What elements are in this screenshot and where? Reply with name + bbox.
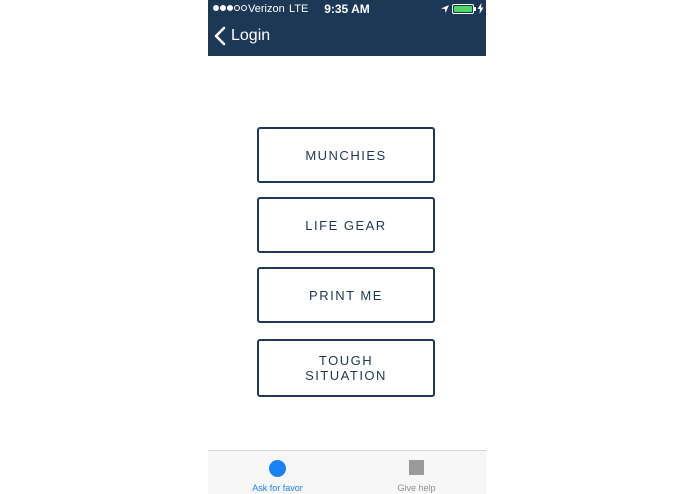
navigation-bar: Verizon LTE 9:35 AM Login [208,0,486,56]
location-arrow-icon [441,5,449,13]
battery-tip [474,7,476,11]
back-label: Login [231,27,271,44]
square-icon [409,460,424,475]
tab-give-help[interactable]: Give help [347,451,486,494]
status-bar: Verizon LTE 9:35 AM [208,0,486,18]
life-gear-button[interactable]: LIFE GEAR [257,197,435,253]
tab-ask-for-favor[interactable]: Ask for favor [208,451,347,494]
tab-label-give-help: Give help [397,483,436,493]
print-me-label: PRINT ME [309,287,383,303]
print-me-button[interactable]: PRINT ME [257,267,435,323]
battery-icon [452,4,474,14]
back-button[interactable]: Login [214,25,270,47]
circle-icon [269,460,286,477]
battery-level [454,6,472,12]
tough-situation-label: TOUGH SITUATION [305,353,387,383]
charging-bolt-icon [477,3,484,14]
tab-label-ask-for-favor: Ask for favor [252,483,303,493]
tough-situation-button[interactable]: TOUGH SITUATION [257,339,435,397]
life-gear-label: LIFE GEAR [305,217,387,233]
munchies-label: MUNCHIES [305,147,387,163]
phone-screen: Verizon LTE 9:35 AM Login MUNCHIES LIFE … [208,0,486,494]
munchies-button[interactable]: MUNCHIES [257,127,435,183]
chevron-left-icon [214,26,226,46]
tab-bar: Ask for favor Give help [208,450,486,494]
